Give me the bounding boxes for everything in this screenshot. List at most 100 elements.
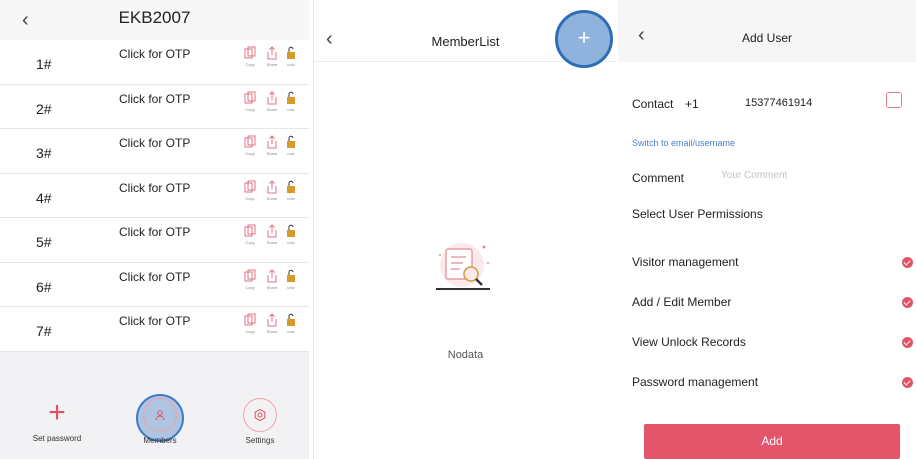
settings-button[interactable]: Settings bbox=[225, 398, 295, 445]
list-item: 1# Click for OTP Copy Share unlo bbox=[0, 40, 309, 85]
settings-label: Settings bbox=[245, 436, 275, 445]
share-button[interactable]: Share bbox=[261, 224, 283, 258]
slot-number: 2# bbox=[36, 100, 52, 117]
copy-label: Copy bbox=[245, 284, 255, 290]
share-button[interactable]: Share bbox=[261, 135, 283, 169]
bottom-toolbar: + Set password Members Settings bbox=[0, 392, 309, 459]
copy-button[interactable]: Copy bbox=[239, 46, 261, 80]
unlock-icon bbox=[287, 180, 295, 193]
share-label: Share bbox=[266, 151, 278, 156]
set-password-label: Set password bbox=[32, 434, 82, 443]
lock-detail-screen: ‹ EKB2007 1# Click for OTP Copy Share unlo 2#… bbox=[0, 0, 309, 459]
plus-icon: + bbox=[48, 396, 66, 429]
get-otp-link[interactable]: Click for OTP bbox=[119, 47, 190, 61]
share-button[interactable]: Share bbox=[261, 313, 283, 347]
share-icon bbox=[267, 90, 277, 104]
unlock-button[interactable]: unlo bbox=[284, 224, 298, 258]
copy-button[interactable]: Copy bbox=[239, 135, 261, 169]
share-label: Share bbox=[266, 106, 278, 112]
slot-number: 1# bbox=[36, 56, 52, 72]
get-otp-link[interactable]: Click for OTP bbox=[119, 270, 190, 284]
share-button[interactable]: Share bbox=[261, 179, 283, 214]
list-item: 6# Click for OTP Copy Share unlo bbox=[0, 262, 309, 307]
copy-icon bbox=[244, 135, 256, 148]
copy-icon bbox=[244, 313, 256, 326]
empty-state-illustration bbox=[432, 235, 498, 306]
page-title: EKB2007 bbox=[118, 8, 191, 27]
switch-to-email-link[interactable]: Switch to email/username bbox=[632, 138, 735, 148]
get-otp-link[interactable]: Click for OTP bbox=[119, 314, 190, 328]
copy-icon bbox=[244, 46, 256, 59]
unlock-button[interactable]: unlo bbox=[284, 313, 298, 347]
share-button[interactable]: Share bbox=[261, 90, 283, 125]
permission-checkbox[interactable] bbox=[902, 297, 913, 308]
get-otp-link[interactable]: Click for OTP bbox=[119, 225, 190, 239]
copy-icon bbox=[244, 91, 256, 103]
unlock-label: unlo bbox=[287, 151, 295, 156]
slot-number: 4# bbox=[36, 189, 52, 206]
copy-icon bbox=[244, 269, 256, 281]
unlock-icon bbox=[287, 313, 295, 326]
unlock-icon bbox=[287, 269, 295, 282]
share-button[interactable]: Share bbox=[261, 268, 283, 303]
copy-label: Copy bbox=[245, 106, 255, 112]
list-item: 2# Click for OTP Copy Share unlo bbox=[0, 84, 309, 129]
unlock-label: unlo bbox=[287, 106, 295, 112]
permission-label: View Unlock Records bbox=[632, 335, 746, 349]
share-icon bbox=[267, 224, 277, 238]
copy-icon bbox=[244, 224, 256, 237]
unlock-label: unlo bbox=[287, 195, 295, 201]
unlock-button[interactable]: unlo bbox=[284, 269, 298, 303]
permission-checkbox[interactable] bbox=[902, 337, 913, 348]
member-list-screen: ‹ MemberList + Nodata bbox=[313, 0, 616, 459]
empty-state-text: Nodata bbox=[447, 349, 484, 361]
share-button[interactable]: Share bbox=[261, 46, 283, 80]
country-code-select[interactable]: +1 bbox=[685, 97, 699, 111]
copy-icon bbox=[244, 180, 256, 192]
slot-number: 7# bbox=[36, 323, 52, 339]
copy-label: Copy bbox=[245, 240, 255, 245]
add-user-screen: ‹ Add User Contact +1 15377461914 Switch… bbox=[618, 0, 916, 459]
add-member-button[interactable]: + bbox=[555, 10, 613, 68]
comment-input[interactable] bbox=[721, 170, 841, 181]
set-password-button[interactable]: + Set password bbox=[22, 396, 92, 444]
permission-checkbox[interactable] bbox=[902, 257, 913, 268]
page-title: Add User bbox=[741, 31, 793, 45]
copy-button[interactable]: Copy bbox=[239, 180, 261, 214]
unlock-icon bbox=[287, 135, 295, 148]
contact-book-icon[interactable] bbox=[886, 92, 902, 108]
share-icon bbox=[267, 46, 277, 60]
list-item: 3# Click for OTP Copy Share unlo bbox=[0, 129, 309, 174]
unlock-button[interactable]: unlo bbox=[284, 91, 298, 125]
members-button[interactable]: Members bbox=[125, 398, 195, 445]
unlock-icon bbox=[287, 224, 295, 237]
contact-number-input[interactable]: 15377461914 bbox=[745, 97, 812, 109]
unlock-icon bbox=[287, 91, 295, 104]
share-label: Share bbox=[266, 195, 278, 201]
unlock-button[interactable]: unlo bbox=[284, 135, 298, 169]
share-label: Share bbox=[266, 284, 278, 290]
contact-label: Contact bbox=[632, 97, 674, 111]
copy-button[interactable]: Copy bbox=[239, 313, 261, 347]
unlock-label: unlo bbox=[287, 62, 295, 67]
add-button[interactable]: Add bbox=[644, 424, 900, 459]
slot-number: 6# bbox=[36, 278, 52, 295]
copy-button[interactable]: Copy bbox=[239, 91, 261, 125]
share-icon bbox=[267, 179, 277, 193]
permission-checkbox[interactable] bbox=[902, 377, 913, 388]
plus-icon: + bbox=[577, 25, 591, 50]
share-icon bbox=[267, 268, 277, 282]
unlock-button[interactable]: unlo bbox=[284, 180, 298, 214]
get-otp-link[interactable]: Click for OTP bbox=[119, 92, 190, 106]
gear-icon bbox=[243, 398, 277, 432]
copy-button[interactable]: Copy bbox=[239, 224, 261, 258]
header-bar: ‹ EKB2007 bbox=[0, 0, 309, 40]
share-label: Share bbox=[266, 240, 278, 245]
get-otp-link[interactable]: Click for OTP bbox=[119, 181, 190, 195]
copy-label: Copy bbox=[245, 62, 255, 67]
list-item: 4# Click for OTP Copy Share unlo bbox=[0, 173, 309, 218]
copy-button[interactable]: Copy bbox=[239, 269, 261, 303]
unlock-button[interactable]: unlo bbox=[284, 46, 298, 80]
permissions-heading: Select User Permissions bbox=[632, 207, 763, 221]
get-otp-link[interactable]: Click for OTP bbox=[119, 136, 190, 150]
